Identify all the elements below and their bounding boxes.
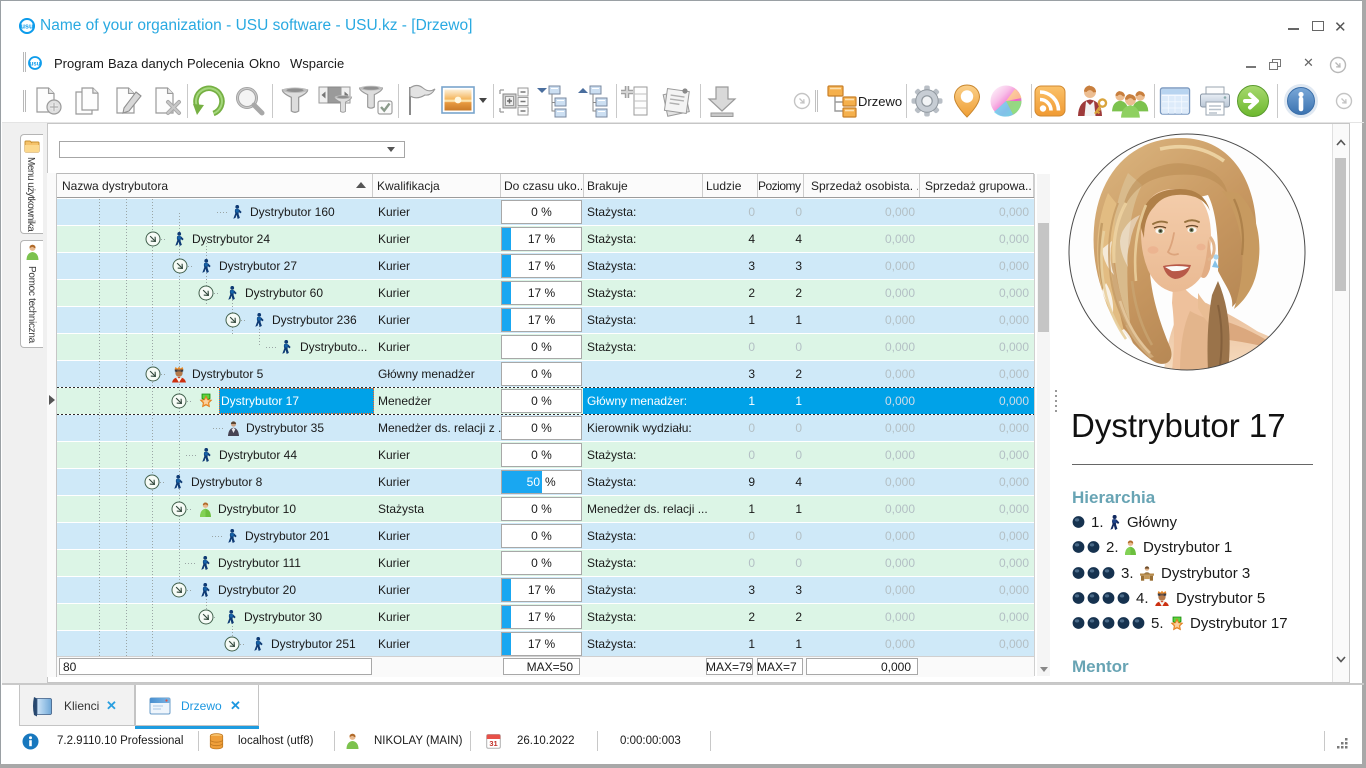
svg-text:usu: usu: [30, 60, 41, 67]
svg-text:31: 31: [489, 739, 497, 748]
svg-text:usu: usu: [21, 24, 34, 31]
